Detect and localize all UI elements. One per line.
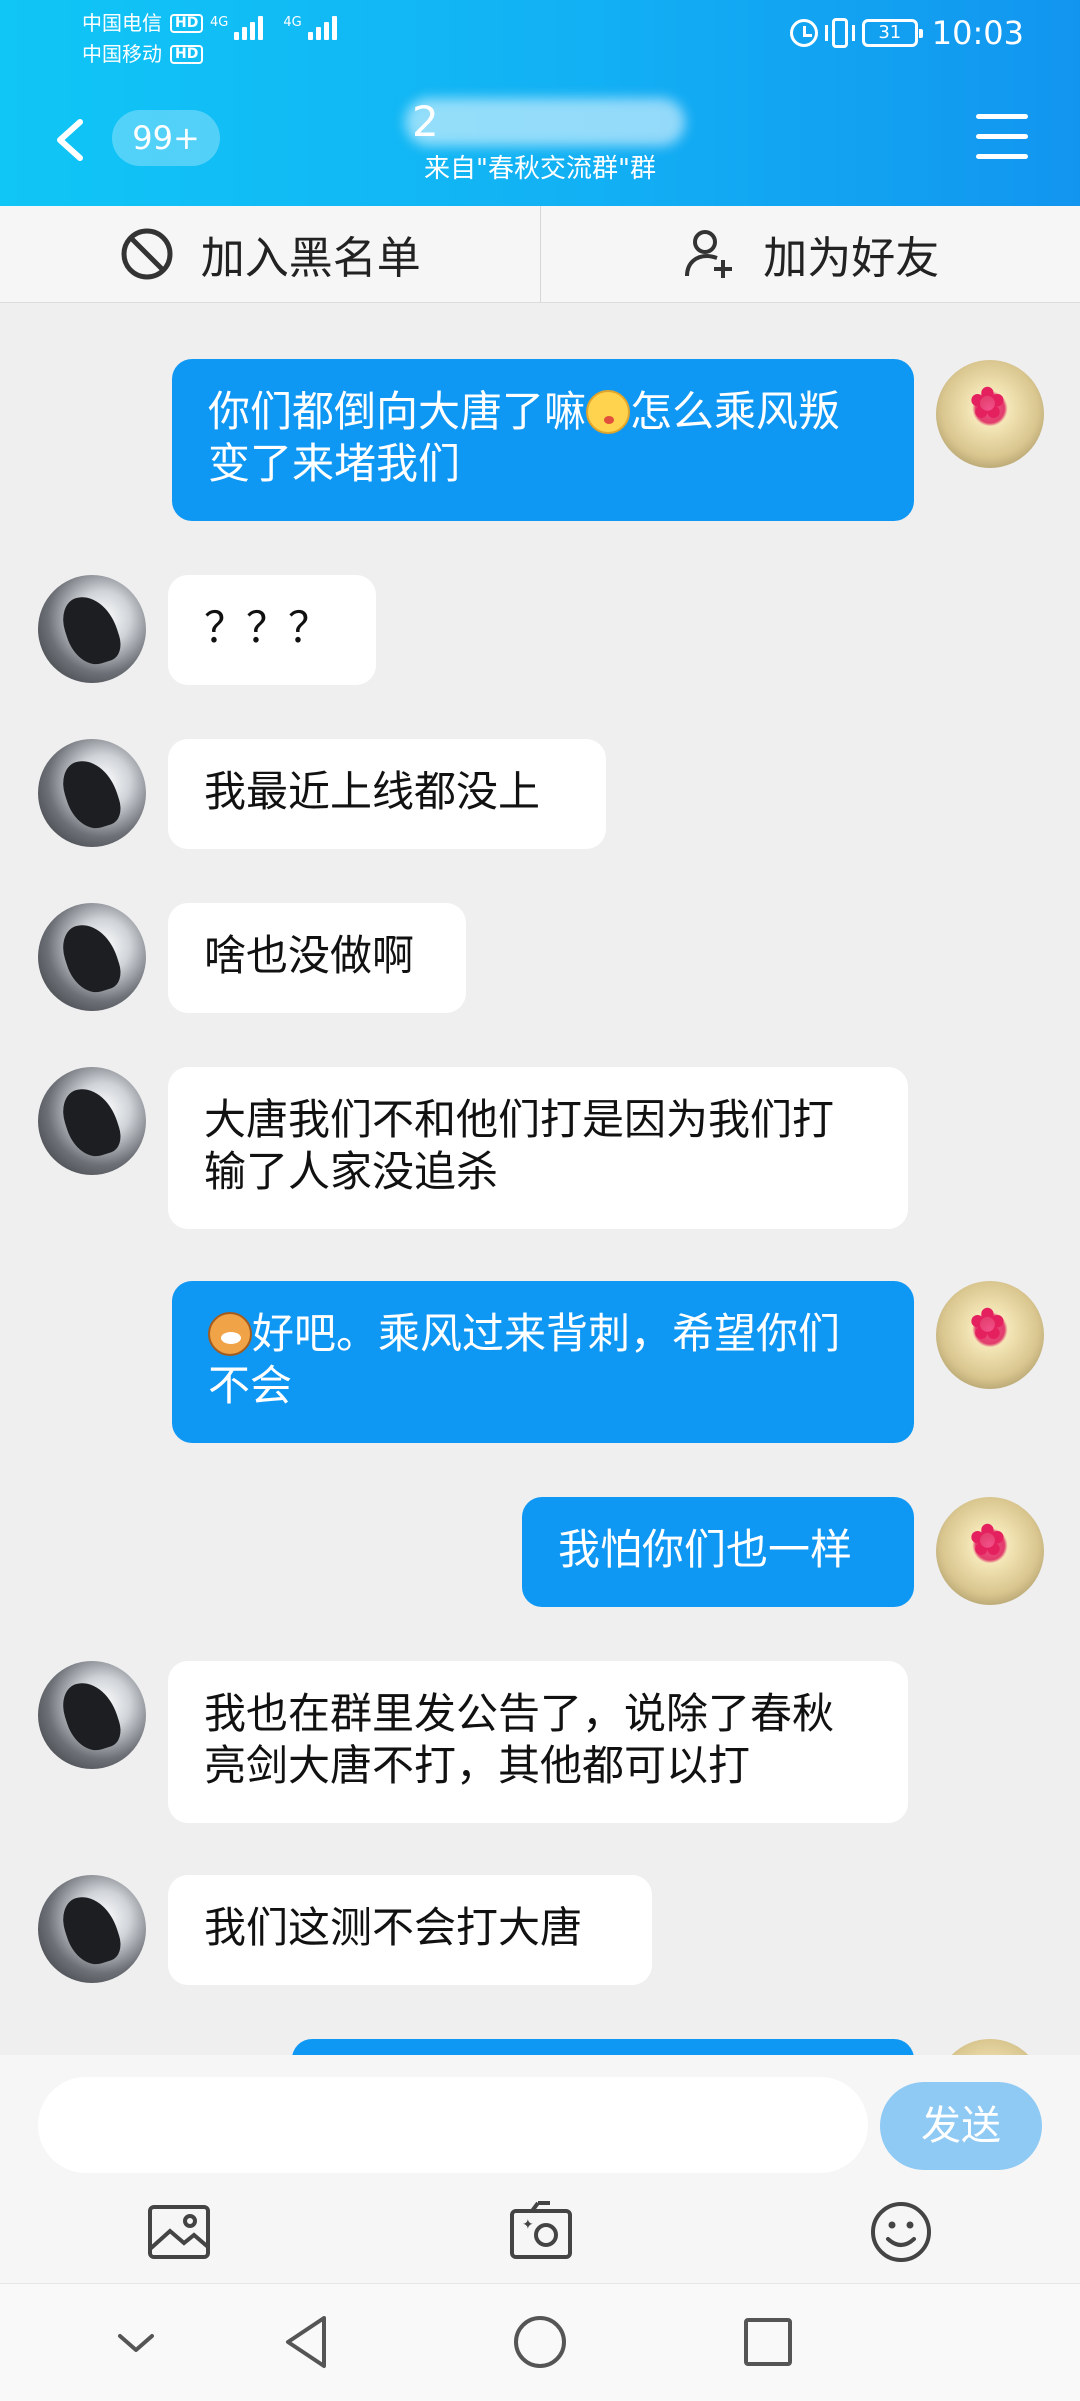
message-bubble-incoming[interactable]: 我最近上线都没上 (168, 739, 606, 849)
add-user-icon (681, 226, 737, 282)
menu-button[interactable] (976, 114, 1028, 160)
message-bubble-outgoing[interactable]: 我怕你们也一样 (522, 1497, 914, 1607)
contact-avatar[interactable] (38, 903, 146, 1011)
status-bar-carriers: 中国电信 HD 中国移动 HD (82, 8, 203, 70)
nav-home-button[interactable] (510, 2312, 570, 2372)
contact-avatar[interactable] (38, 1067, 146, 1175)
title-blurred (405, 98, 685, 146)
action-bar: 加入黑名单 加为好友 (0, 206, 1080, 303)
add-friend-button[interactable]: 加为好友 (540, 206, 1080, 302)
my-avatar[interactable] (936, 2039, 1044, 2055)
system-nav-bar (0, 2283, 1080, 2401)
triangle-back-icon (278, 2312, 338, 2372)
nav-recents-button[interactable] (738, 2312, 798, 2372)
network-type: 4G (283, 16, 301, 29)
battery-icon: 31 (862, 19, 918, 47)
input-bar: 发送 ✦ (0, 2055, 1080, 2283)
network-type: 4G (210, 16, 228, 29)
hd-badge: HD (170, 14, 203, 33)
square-recents-icon (738, 2312, 798, 2372)
message-bubble-incoming[interactable]: 大唐我们不和他们打是因为我们打输了人家没追杀 (168, 1067, 908, 1229)
camera-icon: ✦ (508, 2199, 574, 2265)
vibrate-icon (832, 18, 848, 48)
message-bubble-incoming[interactable]: 啥也没做啊 (168, 903, 466, 1013)
hd-badge: HD (170, 45, 203, 64)
carrier-1: 中国电信 (82, 8, 162, 39)
camera-button[interactable]: ✦ (508, 2199, 574, 2265)
circle-home-icon (510, 2312, 570, 2372)
my-avatar[interactable] (936, 360, 1044, 468)
alarm-icon (790, 19, 818, 47)
message-list[interactable]: 你们都倒向大唐了嘛怎么乘风叛变了来堵我们 ？？？ 我最近上线都没上 啥也没做啊 … (0, 303, 1080, 2055)
blacklist-button[interactable]: 加入黑名单 (0, 206, 540, 302)
message-bubble-incoming[interactable]: 我们这测不会打大唐 (168, 1875, 652, 1985)
contact-avatar[interactable] (38, 1661, 146, 1769)
emoji-button[interactable] (868, 2199, 934, 2265)
message-bubble-incoming[interactable]: 我也在群里发公告了，说除了春秋亮剑大唐不打，其他都可以打 (168, 1661, 908, 1823)
message-input[interactable] (38, 2077, 868, 2173)
status-bar-right: 31 10:03 (790, 14, 1024, 52)
blacklist-label: 加入黑名单 (201, 222, 421, 286)
dog-emoji-icon (208, 1312, 252, 1356)
svg-text:✦: ✦ (522, 2217, 534, 2233)
image-icon (146, 2199, 212, 2265)
signal-icon: 4G 4G (210, 16, 337, 40)
message-bubble-outgoing[interactable]: 好吧。乘风过来背刺，希望你们不会 (172, 1281, 914, 1443)
smiley-icon (868, 2199, 934, 2265)
message-bubble-outgoing-partial[interactable] (292, 2039, 914, 2055)
clock: 10:03 (932, 14, 1024, 52)
nav-back-button[interactable] (278, 2312, 338, 2372)
contact-avatar[interactable] (38, 739, 146, 847)
contact-avatar[interactable] (38, 575, 146, 683)
kiss-emoji-icon (586, 390, 630, 434)
chat-subtitle: 来自"春秋交流群"群 (0, 152, 1080, 186)
image-button[interactable] (146, 2199, 212, 2265)
hide-keyboard-button[interactable] (106, 2312, 166, 2372)
send-button[interactable]: 发送 (880, 2082, 1042, 2170)
chevron-down-icon (106, 2312, 166, 2372)
add-friend-label: 加为好友 (763, 222, 939, 286)
my-avatar[interactable] (936, 1281, 1044, 1389)
chat-header: 中国电信HD 中国移动HD 4G 4G 31 10:03 99+ 2 来自"春秋… (0, 0, 1080, 206)
message-bubble-incoming[interactable]: ？？？ (168, 575, 376, 685)
carrier-2: 中国移动 (82, 39, 162, 70)
message-bubble-outgoing[interactable]: 你们都倒向大唐了嘛怎么乘风叛变了来堵我们 (172, 359, 914, 521)
chat-title: 2 (412, 98, 439, 146)
my-avatar[interactable] (936, 1497, 1044, 1605)
contact-avatar[interactable] (38, 1875, 146, 1983)
block-icon (119, 226, 175, 282)
